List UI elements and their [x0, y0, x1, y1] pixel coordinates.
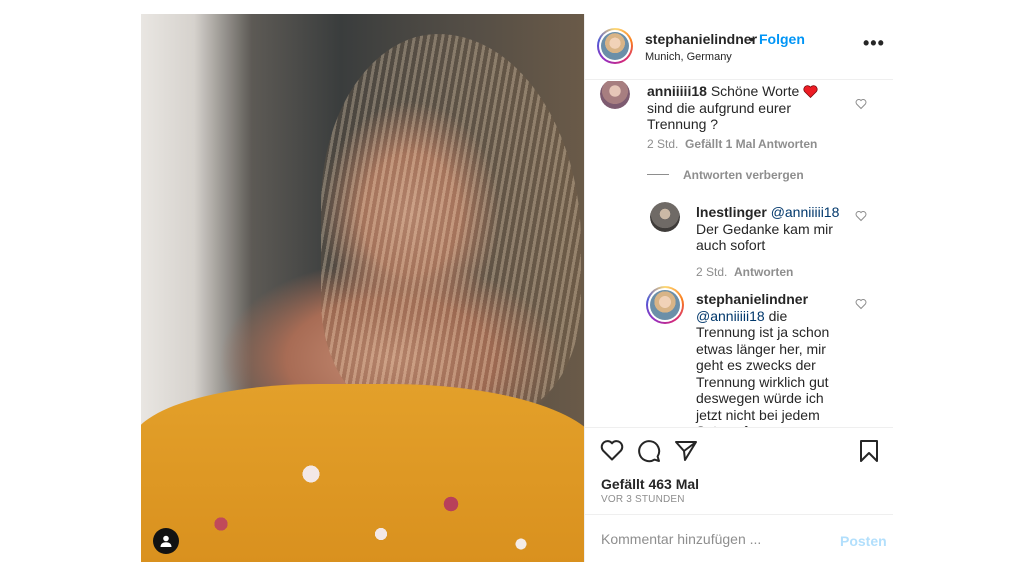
replies-divider — [647, 174, 669, 175]
reply-text: lnestlinger @anniiiii18 Der Gedanke kam … — [696, 204, 840, 253]
reply-text: stephanielindner @anniiiii18 die Trennun… — [696, 291, 830, 427]
separator-dot: • — [749, 31, 754, 47]
photo-dress — [141, 384, 584, 562]
reply-time[interactable]: 2 Std. — [696, 265, 727, 279]
reply-mention[interactable]: @anniiiii18 — [696, 308, 765, 324]
more-icon[interactable]: ••• — [863, 34, 885, 52]
post-photo[interactable] — [141, 14, 584, 562]
post-timestamp[interactable]: VOR 3 STUNDEN — [601, 494, 685, 505]
commenter-avatar[interactable] — [600, 81, 630, 109]
reply-username[interactable]: stephanielindner — [696, 291, 808, 307]
author-username[interactable]: stephanielindner — [645, 31, 757, 47]
reply-button[interactable]: Antworten — [758, 137, 817, 151]
bookmark-icon[interactable] — [859, 439, 879, 463]
reply-like-heart-icon[interactable] — [855, 298, 867, 310]
follow-button[interactable]: Folgen — [759, 31, 805, 47]
reply-button[interactable]: Antworten — [734, 265, 793, 279]
author-avatar[interactable] — [597, 28, 633, 64]
post-comment-button[interactable]: Posten — [840, 533, 887, 549]
instagram-post: stephanielindner • Folgen Munich, German… — [141, 14, 893, 562]
comment-time[interactable]: 2 Std. — [647, 137, 678, 151]
share-icon[interactable] — [674, 439, 698, 463]
comment-username[interactable]: anniiiii18 — [647, 83, 707, 99]
reply-username[interactable]: lnestlinger — [696, 204, 767, 220]
replier-avatar[interactable] — [650, 202, 680, 232]
comment-icon[interactable] — [637, 439, 661, 463]
hide-replies-label[interactable]: Antworten verbergen — [683, 168, 804, 182]
comments-list[interactable]: anniiiii18 Schöne Worte sind die aufgrun… — [585, 81, 893, 427]
likes-count[interactable]: Gefällt 463 Mal — [601, 476, 699, 492]
reply-like-heart-icon[interactable] — [855, 210, 867, 222]
add-comment-section: Posten — [585, 514, 893, 562]
replier-avatar[interactable] — [646, 286, 684, 324]
reply-mention[interactable]: @anniiiii18 — [771, 204, 840, 220]
user-tag-icon[interactable] — [153, 528, 179, 554]
comment-likes[interactable]: Gefällt 1 Mal — [685, 137, 756, 151]
red-heart-emoji-icon — [803, 85, 818, 98]
heart-icon[interactable] — [600, 439, 624, 461]
comment-like-heart-icon[interactable] — [855, 98, 867, 110]
post-header: stephanielindner • Folgen Munich, German… — [585, 14, 893, 80]
post-side-panel: stephanielindner • Folgen Munich, German… — [584, 14, 893, 562]
post-location[interactable]: Munich, Germany — [645, 51, 732, 63]
comment-text: anniiiii18 Schöne Worte sind die aufgrun… — [647, 83, 847, 133]
comment-input[interactable] — [601, 529, 821, 549]
photo-hair — [321, 34, 581, 414]
